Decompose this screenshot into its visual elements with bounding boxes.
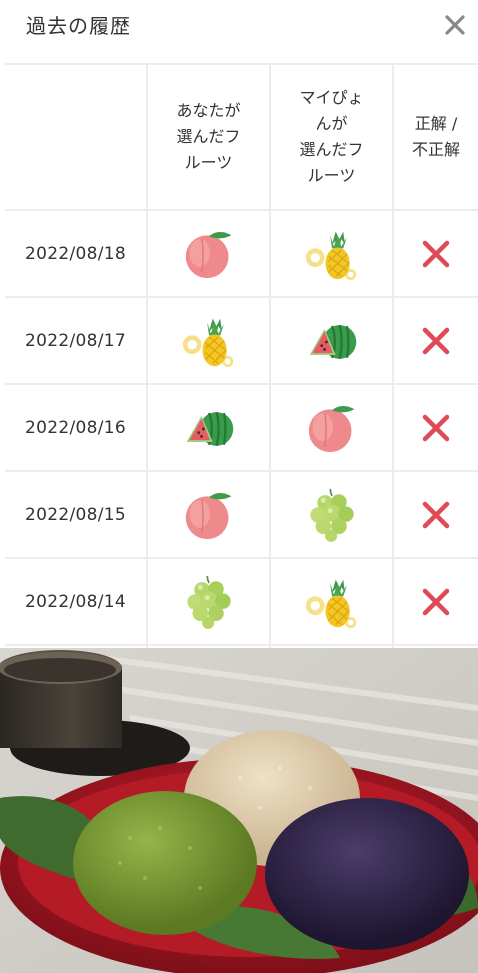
row-date: 2022/08/15 xyxy=(25,504,126,525)
date-cell: 2022/08/18 xyxy=(5,211,148,296)
your-fruit-cell xyxy=(148,472,271,557)
date-cell: 2022/08/15 xyxy=(5,472,148,557)
incorrect-icon xyxy=(421,587,451,617)
table-row: 2022/08/15 xyxy=(5,472,478,559)
your-fruit-cell xyxy=(148,559,271,644)
mypyon-fruit-cell xyxy=(271,211,394,296)
row-date: 2022/08/18 xyxy=(25,243,126,264)
pineapple-icon xyxy=(304,226,360,282)
grapes-icon xyxy=(306,486,358,544)
pineapple-icon xyxy=(181,313,237,369)
date-cell: 2022/08/16 xyxy=(5,385,148,470)
dango-mochi-photo xyxy=(0,648,478,973)
grapes-icon xyxy=(183,573,235,631)
row-date: 2022/08/17 xyxy=(25,330,126,351)
your-fruit-cell xyxy=(148,211,271,296)
date-cell: 2022/08/14 xyxy=(5,559,148,644)
watermelon-icon xyxy=(304,317,360,365)
table-row: 2022/08/18 xyxy=(5,211,478,298)
mypyon-fruit-cell xyxy=(271,385,394,470)
watermelon-icon xyxy=(181,404,237,452)
table-row: 2022/08/14 xyxy=(5,559,478,646)
result-cell xyxy=(394,472,478,557)
result-cell xyxy=(394,385,478,470)
result-cell xyxy=(394,298,478,383)
table-header-row: あなたが 選んだフ ルーツ マイぴょ んが 選んだフ ルーツ 正解 / 不正解 xyxy=(5,65,478,211)
table-row: 2022/08/17 xyxy=(5,298,478,385)
header-date-column xyxy=(5,65,148,209)
row-date: 2022/08/16 xyxy=(25,417,126,438)
pineapple-icon xyxy=(304,574,360,630)
incorrect-icon xyxy=(421,500,451,530)
header-mypyon-fruit: マイぴょ んが 選んだフ ルーツ xyxy=(271,65,394,209)
result-cell xyxy=(394,211,478,296)
result-cell xyxy=(394,559,478,644)
close-button[interactable] xyxy=(440,10,470,40)
your-fruit-cell xyxy=(148,385,271,470)
incorrect-icon xyxy=(421,413,451,443)
mypyon-fruit-cell xyxy=(271,472,394,557)
close-icon xyxy=(445,15,465,35)
page-title: 過去の履歴 xyxy=(26,14,131,38)
date-cell: 2022/08/17 xyxy=(5,298,148,383)
header-your-fruit: あなたが 選んだフ ルーツ xyxy=(148,65,271,209)
mypyon-fruit-cell xyxy=(271,559,394,644)
peach-icon xyxy=(181,228,237,280)
your-fruit-cell xyxy=(148,298,271,383)
row-date: 2022/08/14 xyxy=(25,591,126,612)
header-result: 正解 / 不正解 xyxy=(411,114,460,159)
header: 過去の履歴 xyxy=(0,0,478,60)
incorrect-icon xyxy=(421,239,451,269)
peach-icon xyxy=(181,489,237,541)
incorrect-icon xyxy=(421,326,451,356)
mypyon-fruit-cell xyxy=(271,298,394,383)
history-table: あなたが 選んだフ ルーツ マイぴょ んが 選んだフ ルーツ 正解 / 不正解 2022/0… xyxy=(5,63,478,646)
table-row: 2022/08/16 xyxy=(5,385,478,472)
peach-icon xyxy=(304,402,360,454)
